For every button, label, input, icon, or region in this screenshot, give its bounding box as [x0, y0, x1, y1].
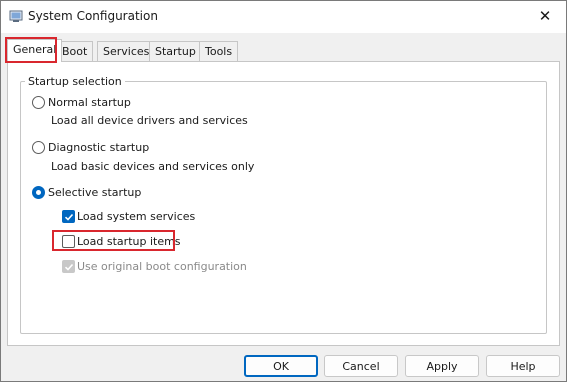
- normal-startup-description: Load all device drivers and services: [51, 114, 248, 127]
- load-system-services-label[interactable]: Load system services: [77, 210, 195, 223]
- close-icon: ✕: [538, 7, 552, 25]
- system-configuration-window: System Configuration ✕ General Boot Serv…: [0, 0, 567, 382]
- use-original-boot-configuration-label: Use original boot configuration: [77, 260, 247, 273]
- diagnostic-startup-description: Load basic devices and services only: [51, 160, 255, 173]
- startup-selection-label: Startup selection: [25, 75, 125, 88]
- cancel-button[interactable]: Cancel: [324, 355, 398, 377]
- selective-startup-radio[interactable]: [32, 186, 45, 199]
- diagnostic-startup-label[interactable]: Diagnostic startup: [48, 141, 149, 154]
- tab-startup[interactable]: Startup: [149, 41, 202, 61]
- help-button[interactable]: Help: [486, 355, 560, 377]
- title-bar: System Configuration ✕: [1, 1, 566, 33]
- general-tab-panel: Startup selection Normal startup Load al…: [7, 61, 560, 346]
- general-tab-highlight: [5, 37, 57, 63]
- normal-startup-radio[interactable]: [32, 96, 45, 109]
- tab-services[interactable]: Services: [97, 41, 156, 61]
- normal-startup-label[interactable]: Normal startup: [48, 96, 131, 109]
- window-title: System Configuration: [28, 9, 158, 23]
- load-system-services-checkbox[interactable]: [62, 210, 75, 223]
- use-original-boot-configuration-checkbox: [62, 260, 75, 273]
- load-startup-items-highlight: [52, 230, 175, 251]
- close-button[interactable]: ✕: [530, 3, 560, 29]
- ok-button[interactable]: OK: [244, 355, 318, 377]
- tab-tools[interactable]: Tools: [199, 41, 239, 61]
- checkmark-icon: [64, 213, 73, 221]
- selective-startup-label[interactable]: Selective startup: [48, 186, 141, 199]
- checkmark-icon: [64, 263, 73, 271]
- msconfig-app-icon: [9, 10, 23, 22]
- apply-button[interactable]: Apply: [405, 355, 479, 377]
- diagnostic-startup-radio[interactable]: [32, 141, 45, 154]
